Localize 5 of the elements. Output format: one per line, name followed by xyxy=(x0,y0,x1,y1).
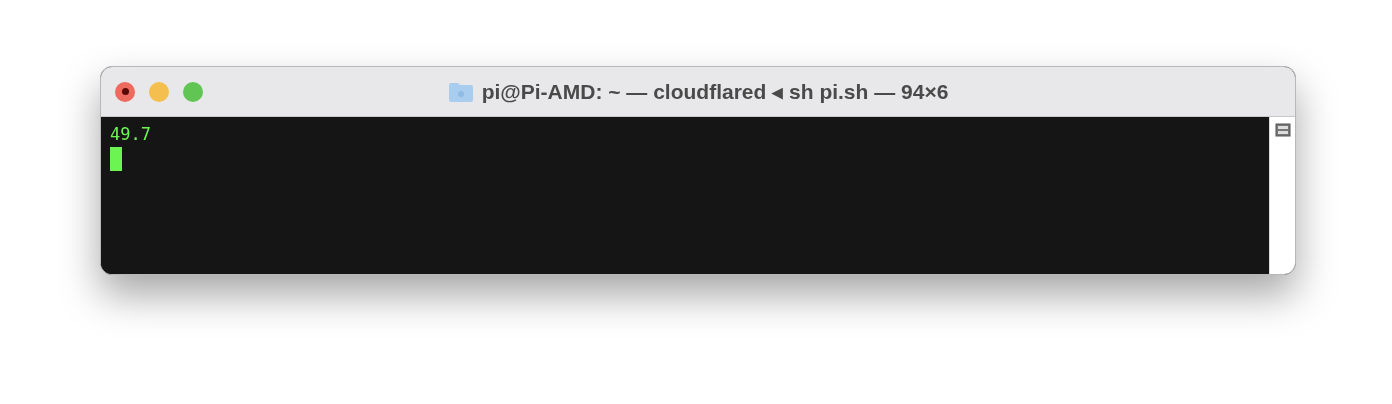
folder-icon xyxy=(447,80,474,103)
output-line: 49.7 xyxy=(110,123,151,145)
close-button[interactable] xyxy=(115,81,135,102)
window-title: pi@Pi-AMD: ~ — cloudflared ◂ sh pi.sh — 94×6 xyxy=(481,78,949,105)
split-pane-icon[interactable] xyxy=(1274,123,1291,137)
